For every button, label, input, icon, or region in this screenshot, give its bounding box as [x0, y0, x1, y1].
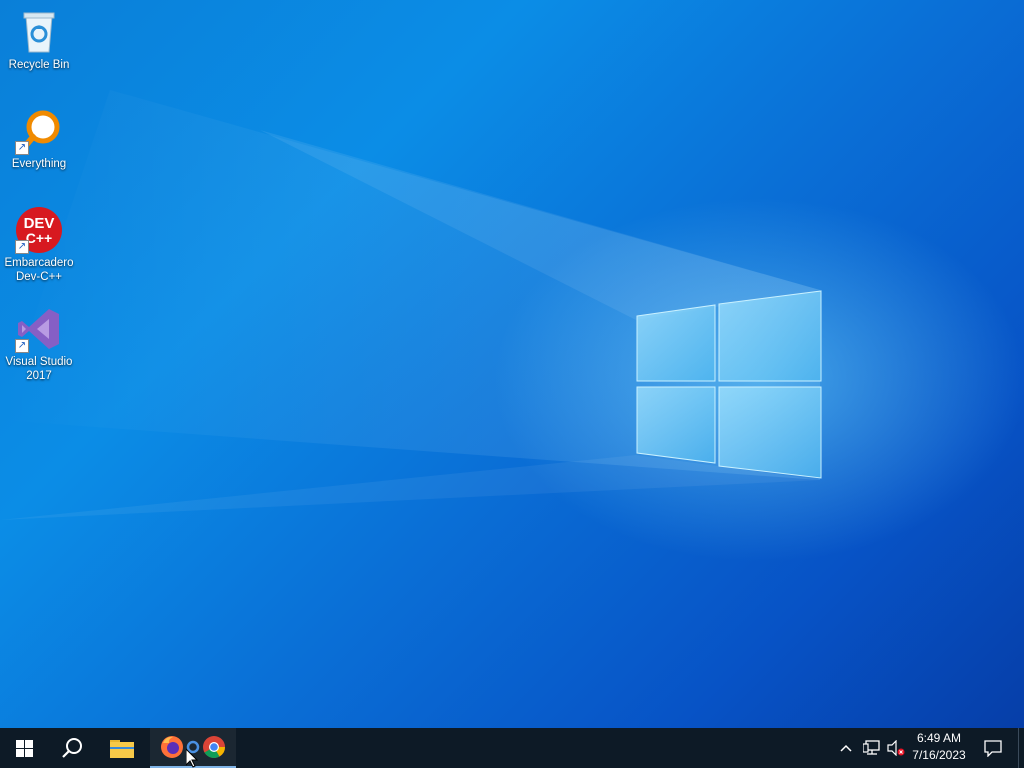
shortcut-arrow-icon: ↗	[15, 240, 29, 254]
volume-muted-icon	[887, 740, 905, 756]
action-center-button[interactable]	[978, 728, 1008, 768]
start-button[interactable]	[0, 728, 48, 768]
visual-studio-icon: ↗	[15, 305, 63, 353]
desktop-icon-label: Embarcadero Dev-C++	[4, 257, 74, 283]
search-button[interactable]	[48, 728, 96, 768]
shortcut-arrow-icon: ↗	[15, 339, 29, 353]
desktop-icon-label: Recycle Bin	[8, 59, 70, 71]
show-desktop-button[interactable]	[1018, 728, 1024, 768]
network-button[interactable]	[860, 728, 884, 768]
everything-search-icon: ↗	[15, 107, 63, 155]
taskbar: 6:49 AM 7/16/2023	[0, 728, 1024, 768]
dev-cpp-icon: DEV C++ ↗	[15, 206, 63, 254]
svg-text:C++: C++	[26, 230, 52, 246]
mouse-cursor-icon	[186, 749, 198, 768]
clock-time: 6:49 AM	[916, 731, 962, 745]
network-icon	[863, 740, 880, 755]
taskbar-file-explorer-button[interactable]	[98, 728, 146, 768]
taskbar-clock[interactable]: 6:49 AM 7/16/2023	[904, 730, 974, 764]
desktop-icon-visual-studio[interactable]: ↗ Visual Studio 2017	[2, 299, 76, 383]
action-center-icon	[984, 739, 1002, 757]
shortcut-arrow-icon: ↗	[15, 141, 29, 155]
desktop-icon-dev-cpp[interactable]: DEV C++ ↗ Embarcadero Dev-C++	[2, 200, 76, 284]
desktop-icon-label: Everything	[11, 158, 67, 170]
clock-date: 7/16/2023	[912, 748, 966, 762]
recycle-bin-icon	[15, 8, 63, 56]
search-icon	[62, 738, 82, 758]
chrome-icon[interactable]	[202, 735, 226, 759]
desktop-icon-recycle-bin[interactable]: Recycle Bin	[2, 2, 76, 72]
start-icon	[15, 739, 33, 757]
show-hidden-icons-button[interactable]	[836, 728, 856, 768]
desktop-icon-everything[interactable]: ↗ Everything	[2, 101, 76, 171]
wallpaper-light-beams	[0, 90, 822, 520]
chevron-up-icon	[840, 744, 852, 752]
firefox-icon[interactable]	[160, 735, 184, 759]
desktop-icon-label: Visual Studio 2017	[5, 356, 73, 382]
desktop[interactable]: Recycle Bin ↗ Everything DEV C++ ↗ Embar…	[0, 0, 1024, 728]
file-explorer-icon	[110, 740, 134, 758]
